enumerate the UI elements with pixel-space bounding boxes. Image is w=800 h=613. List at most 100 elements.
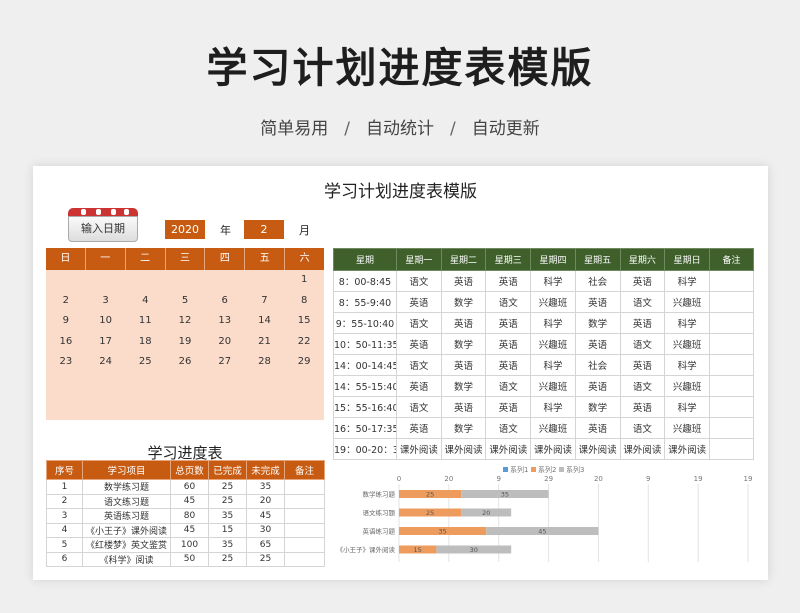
calendar-day-cell[interactable] (205, 270, 245, 291)
calendar-day-cell[interactable]: 16 (46, 332, 86, 353)
schedule-cell[interactable]: 科学 (530, 354, 576, 376)
schedule-cell[interactable]: 语文 (485, 375, 532, 397)
schedule-cell[interactable]: 科学 (530, 312, 576, 334)
schedule-cell[interactable]: 英语 (396, 417, 442, 439)
calendar-day-cell[interactable] (86, 393, 126, 414)
schedule-cell[interactable]: 英语 (619, 396, 666, 418)
calendar-day-cell[interactable] (125, 270, 165, 291)
schedule-cell[interactable]: 10：50-11:35 (333, 333, 397, 355)
schedule-cell[interactable]: 英语 (574, 291, 621, 313)
schedule-cell[interactable]: 英语 (440, 312, 487, 334)
schedule-cell[interactable]: 语文 (619, 375, 666, 397)
schedule-cell[interactable]: 数学 (574, 312, 621, 334)
calendar-day-cell[interactable] (165, 373, 205, 394)
schedule-cell[interactable]: 数学 (574, 396, 621, 418)
schedule-cell[interactable]: 数学 (440, 333, 487, 355)
year-field[interactable]: 2020 (165, 220, 205, 239)
schedule-cell[interactable]: 14：00-14:45 (333, 354, 397, 376)
schedule-cell[interactable]: 科学 (530, 396, 576, 418)
schedule-cell[interactable] (709, 270, 754, 292)
schedule-cell[interactable] (709, 375, 754, 397)
schedule-cell[interactable]: 19：00-20：30 (333, 438, 397, 460)
schedule-cell[interactable]: 英语 (440, 354, 487, 376)
progress-cell[interactable] (284, 537, 325, 553)
progress-cell[interactable]: 35 (208, 508, 247, 524)
schedule-cell[interactable]: 数学 (440, 417, 487, 439)
progress-cell[interactable]: 3 (46, 508, 83, 524)
calendar-day-cell[interactable] (125, 373, 165, 394)
schedule-cell[interactable]: 课外阅读 (485, 438, 532, 460)
calendar-day-cell[interactable] (284, 393, 324, 414)
schedule-cell[interactable]: 语文 (396, 270, 442, 292)
schedule-cell[interactable]: 科学 (530, 270, 576, 292)
schedule-cell[interactable]: 课外阅读 (619, 438, 666, 460)
calendar-day-cell[interactable] (86, 373, 126, 394)
schedule-cell[interactable]: 语文 (396, 396, 442, 418)
calendar-day-cell[interactable] (165, 393, 205, 414)
progress-cell[interactable]: 100 (170, 537, 209, 553)
month-field[interactable]: 2 (244, 220, 284, 239)
schedule-cell[interactable] (709, 333, 754, 355)
calendar-day-cell[interactable]: 27 (205, 352, 245, 373)
input-date-button[interactable]: 输入日期 (68, 208, 138, 244)
calendar-day-cell[interactable]: 7 (245, 291, 285, 312)
progress-cell[interactable]: 80 (170, 508, 209, 524)
schedule-cell[interactable]: 英语 (574, 333, 621, 355)
progress-cell[interactable]: 《红楼梦》英文鉴赏 (82, 537, 171, 553)
progress-cell[interactable]: 25 (208, 493, 247, 509)
progress-cell[interactable]: 语文练习题 (82, 493, 171, 509)
schedule-cell[interactable]: 语文 (485, 417, 532, 439)
schedule-cell[interactable] (709, 396, 754, 418)
schedule-cell[interactable]: 英语 (574, 375, 621, 397)
progress-cell[interactable]: 25 (208, 551, 247, 567)
calendar-day-cell[interactable] (284, 373, 324, 394)
schedule-cell[interactable]: 9：55-10:40 (333, 312, 397, 334)
schedule-cell[interactable]: 英语 (619, 270, 666, 292)
progress-cell[interactable]: 45 (170, 522, 209, 538)
calendar-day-cell[interactable] (46, 270, 86, 291)
progress-cell[interactable]: 60 (170, 479, 209, 495)
calendar-day-cell[interactable]: 13 (205, 311, 245, 332)
progress-cell[interactable] (284, 479, 325, 495)
schedule-cell[interactable] (709, 417, 754, 439)
schedule-cell[interactable]: 英语 (619, 312, 666, 334)
calendar-day-cell[interactable] (245, 373, 285, 394)
calendar-day-cell[interactable]: 14 (245, 311, 285, 332)
calendar-day-cell[interactable] (125, 393, 165, 414)
calendar-day-cell[interactable]: 6 (205, 291, 245, 312)
progress-cell[interactable]: 《科学》阅读 (82, 551, 171, 567)
schedule-cell[interactable]: 兴趣班 (530, 375, 576, 397)
schedule-cell[interactable]: 8：00-8:45 (333, 270, 397, 292)
schedule-cell[interactable]: 兴趣班 (664, 291, 710, 313)
calendar-day-cell[interactable]: 24 (86, 352, 126, 373)
calendar-day-cell[interactable]: 10 (86, 311, 126, 332)
progress-cell[interactable]: 6 (46, 551, 83, 567)
calendar-day-cell[interactable] (46, 393, 86, 414)
schedule-cell[interactable]: 8：55-9:40 (333, 291, 397, 313)
schedule-cell[interactable]: 英语 (440, 270, 487, 292)
calendar-day-cell[interactable]: 17 (86, 332, 126, 353)
schedule-cell[interactable]: 社会 (574, 270, 621, 292)
progress-cell[interactable]: 35 (208, 537, 247, 553)
schedule-cell[interactable]: 英语 (485, 354, 532, 376)
progress-cell[interactable] (284, 493, 325, 509)
schedule-cell[interactable]: 语文 (619, 417, 666, 439)
calendar-day-cell[interactable]: 23 (46, 352, 86, 373)
schedule-cell[interactable]: 英语 (574, 417, 621, 439)
calendar-day-cell[interactable] (245, 270, 285, 291)
schedule-cell[interactable]: 英语 (440, 396, 487, 418)
calendar-day-cell[interactable]: 21 (245, 332, 285, 353)
calendar-day-cell[interactable]: 29 (284, 352, 324, 373)
schedule-cell[interactable]: 课外阅读 (530, 438, 576, 460)
progress-cell[interactable] (284, 522, 325, 538)
progress-cell[interactable]: 4 (46, 522, 83, 538)
calendar-day-cell[interactable]: 12 (165, 311, 205, 332)
schedule-cell[interactable]: 数学 (440, 291, 487, 313)
calendar-day-cell[interactable]: 5 (165, 291, 205, 312)
schedule-cell[interactable]: 英语 (396, 291, 442, 313)
progress-cell[interactable]: 《小王子》课外阅读 (82, 522, 171, 538)
schedule-cell[interactable]: 兴趣班 (664, 375, 710, 397)
schedule-cell[interactable]: 数学 (440, 375, 487, 397)
progress-cell[interactable]: 1 (46, 479, 83, 495)
schedule-cell[interactable]: 16：50-17:35 (333, 417, 397, 439)
